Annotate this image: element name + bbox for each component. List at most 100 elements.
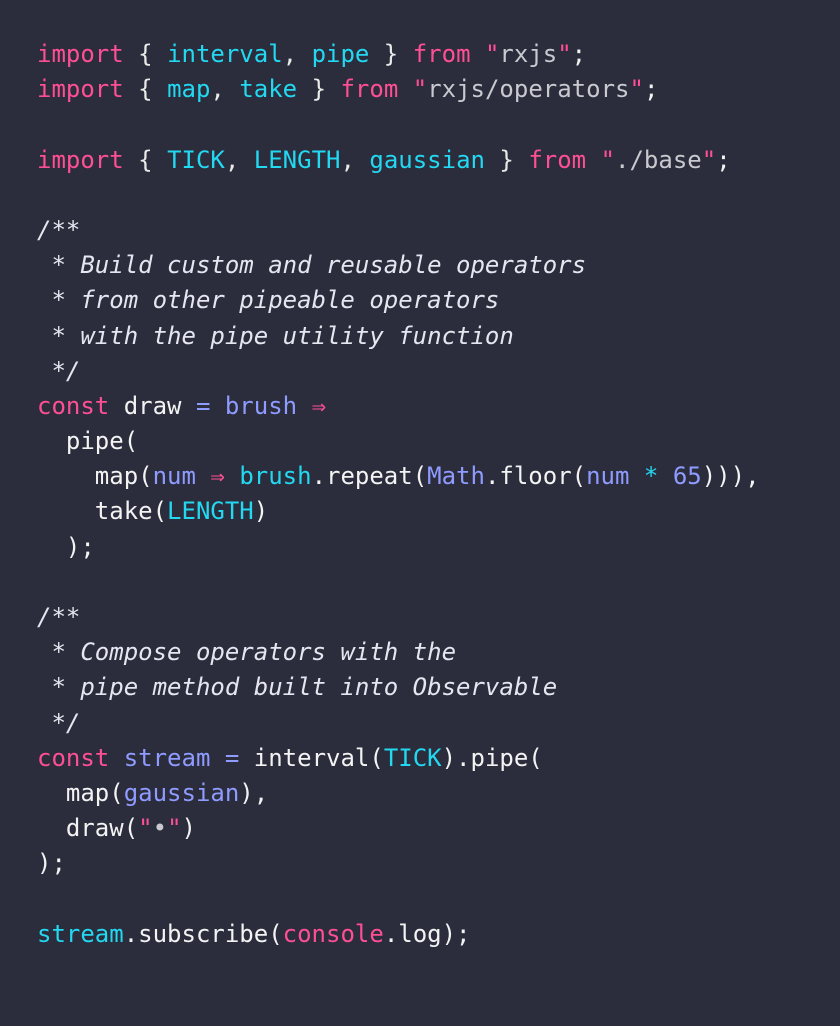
code-token: *: [643, 462, 659, 491]
code-token: =: [224, 743, 240, 772]
code-token: 65: [672, 462, 702, 491]
code-token: ),: [239, 778, 269, 807]
code-token: ,: [224, 145, 254, 174]
code-token: ))),: [701, 462, 760, 491]
code-token: from: [528, 145, 587, 174]
code-token: }: [484, 145, 529, 174]
code-token: ;: [716, 145, 731, 174]
code-token: ⇒: [311, 391, 327, 420]
code-token: import: [37, 75, 124, 104]
code-token: num: [152, 462, 196, 491]
code-token: LENGTH: [167, 497, 254, 526]
code-token: ): [253, 497, 269, 526]
code-line-code: pipe(: [37, 424, 840, 459]
code-token: .floor(: [484, 462, 587, 491]
code-line-comment: /**: [37, 213, 840, 248]
code-token: =: [195, 391, 211, 420]
code-line-code: map(gaussian),: [37, 776, 840, 811]
code-token: interval(: [253, 743, 384, 772]
code-token: TICK: [167, 145, 225, 174]
code-token: gaussian: [123, 778, 240, 807]
code-token: );: [37, 532, 95, 561]
code-token: brush: [239, 462, 312, 491]
code-token: rxjs: [499, 40, 558, 68]
code-token: ": [557, 40, 572, 68]
code-token: /**: [37, 215, 81, 244]
code-token: * from other pipeable operators: [37, 286, 500, 315]
code-token: ": [701, 145, 717, 174]
code-token: );: [37, 849, 66, 878]
code-line-comment: */: [37, 354, 840, 389]
code-token: stream: [37, 919, 124, 948]
code-block: import { interval, pipe } from "rxjs"; im…: [37, 37, 840, 952]
code-token: ,: [210, 75, 240, 104]
code-token: }: [369, 40, 413, 68]
code-token: {: [123, 145, 168, 174]
code-token: import: [37, 40, 124, 68]
code-line-comment: * from other pipeable operators: [37, 283, 840, 318]
code-token: ": [484, 40, 500, 68]
code-token: from: [412, 40, 471, 68]
code-token: •: [152, 814, 168, 843]
code-line-const-stream: const stream = interval(TICK).pipe(: [37, 741, 840, 776]
code-token: const: [37, 743, 110, 772]
code-token: ": [600, 145, 616, 174]
code-line-import-operators: import { map, take } from "rxjs/operator…: [37, 72, 840, 107]
code-token: map: [167, 75, 211, 104]
code-token: ,: [282, 40, 312, 68]
code-token: brush: [224, 391, 298, 420]
code-line-code: draw("•"): [37, 811, 840, 846]
code-line-comment: */: [37, 706, 840, 741]
code-token: console: [282, 919, 384, 948]
code-line-comment: * with the pipe utility function: [37, 319, 840, 354]
code-token: /**: [37, 603, 81, 631]
code-token: * Build custom and reusable operators: [37, 251, 587, 280]
code-token: * pipe method built into Observable: [37, 673, 558, 702]
code-token: stream: [123, 743, 211, 772]
code-token: {: [123, 40, 168, 68]
code-token: from: [340, 75, 399, 104]
code-token: map(: [37, 778, 124, 807]
code-token: take(: [37, 497, 168, 526]
code-token: ": [167, 814, 182, 843]
code-token: Math: [427, 462, 485, 491]
code-token: */: [37, 356, 81, 385]
code-token: draw(: [37, 814, 139, 843]
code-token: take: [239, 75, 298, 104]
code-token: rxjs/operators: [427, 75, 630, 104]
code-token: ): [181, 814, 196, 843]
code-line-code: );: [37, 846, 840, 881]
code-token: ./base: [615, 145, 702, 174]
code-token: * with the pipe utility function: [37, 321, 514, 350]
code-line-code: );: [37, 530, 840, 565]
code-token: pipe(: [37, 427, 139, 456]
code-token: .repeat(: [311, 462, 428, 491]
code-line-code: map(num ⇒ brush.repeat(Math.floor(num * …: [37, 459, 840, 494]
code-token: ": [138, 814, 153, 843]
code-line-comment: * Compose operators with the: [37, 635, 840, 670]
code-line-comment: * pipe method built into Observable: [37, 670, 840, 705]
code-token: }: [297, 75, 341, 104]
code-token: gaussian: [369, 145, 485, 174]
code-line-const-draw: const draw = brush ⇒: [37, 389, 840, 424]
code-token: ": [412, 75, 428, 104]
code-token: ;: [643, 75, 659, 104]
code-token: ;: [571, 40, 587, 68]
code-token: pipe: [311, 40, 370, 68]
code-token: {: [123, 75, 168, 104]
